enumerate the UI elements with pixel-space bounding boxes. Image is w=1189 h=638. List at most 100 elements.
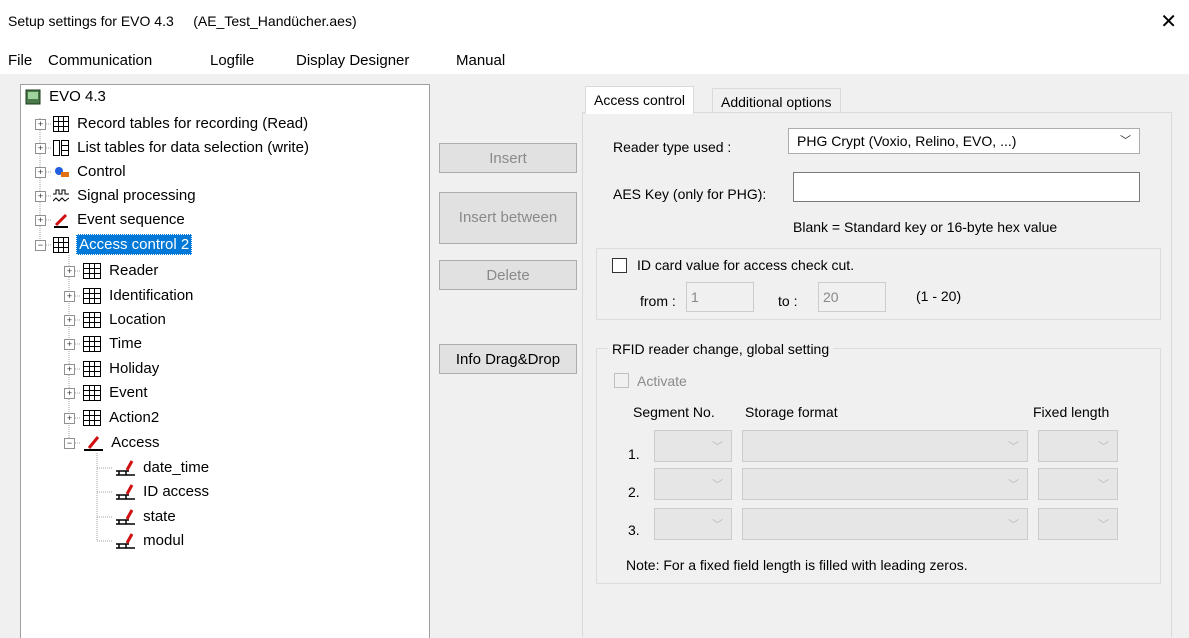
tree-item-event-sequence[interactable]: Event sequence xyxy=(53,209,185,231)
expand-icon[interactable]: + xyxy=(35,215,46,226)
expand-icon[interactable]: + xyxy=(35,119,46,130)
table-icon xyxy=(83,312,101,329)
tree-item-id-access[interactable]: ID access xyxy=(115,481,209,503)
to-input[interactable]: 20 xyxy=(818,282,886,312)
chevron-down-icon: ﹀ xyxy=(712,441,723,453)
tree-item-label: Event xyxy=(109,384,148,401)
table-icon xyxy=(83,410,101,427)
menu-communication[interactable]: Communication xyxy=(48,52,152,69)
expand-icon[interactable]: + xyxy=(64,266,75,277)
tree-item-date-time[interactable]: date_time xyxy=(115,457,209,479)
segment-select-2[interactable]: ﹀ xyxy=(654,468,732,500)
chevron-down-icon: ﹀ xyxy=(1098,519,1109,531)
insert-button[interactable]: Insert xyxy=(439,143,577,173)
row-label: 1. xyxy=(628,446,640,462)
tree-item-location[interactable]: Location xyxy=(83,309,166,331)
storage-format-select-2[interactable]: ﹀ xyxy=(742,468,1028,500)
range-label: (1 - 20) xyxy=(916,288,962,304)
field-icon xyxy=(115,533,135,549)
table-icon xyxy=(83,336,101,353)
expand-icon[interactable]: + xyxy=(64,388,75,399)
tree-item-action2[interactable]: Action2 xyxy=(83,407,159,429)
menu-logfile[interactable]: Logfile xyxy=(210,52,254,69)
tab-additional-options[interactable]: Additional options xyxy=(712,88,841,114)
to-label: to : xyxy=(778,293,798,309)
tree-item-signal-processing[interactable]: Signal processing xyxy=(52,185,196,207)
tree-root[interactable]: EVO 4.3 xyxy=(25,86,106,108)
tree-item-label: ID access xyxy=(143,483,210,500)
expand-icon[interactable]: + xyxy=(64,413,75,424)
tab-access-control[interactable]: Access control xyxy=(585,86,695,114)
tree-view[interactable]: EVO 4.3 + Record tables for recording (R… xyxy=(20,84,430,638)
table-icon xyxy=(83,385,101,402)
tree-item-label-selected: Access control 2 xyxy=(76,234,193,255)
close-icon[interactable]: ✕ xyxy=(1160,9,1177,34)
control-icon xyxy=(53,164,69,180)
chevron-down-icon: ﹀ xyxy=(1008,441,1019,453)
rfid-group-title: RFID reader change, global setting xyxy=(608,341,834,357)
expand-icon[interactable]: + xyxy=(35,167,46,178)
from-input[interactable]: 1 xyxy=(686,282,754,312)
expand-icon[interactable]: + xyxy=(64,315,75,326)
tree-item-state[interactable]: state xyxy=(115,506,176,528)
expand-icon[interactable]: + xyxy=(35,191,46,202)
tree-item-label: Record tables for recording (Read) xyxy=(77,115,309,132)
rfid-note: Note: For a fixed field length is filled… xyxy=(626,557,968,573)
tree-item-identification[interactable]: Identification xyxy=(83,285,193,307)
menu-manual[interactable]: Manual xyxy=(456,52,505,69)
fixed-length-select-2[interactable]: ﹀ xyxy=(1038,468,1118,500)
field-icon xyxy=(115,484,135,500)
tree-item-label: Time xyxy=(109,335,142,352)
tree-item-list-tables[interactable]: List tables for data selection (write) xyxy=(53,137,309,159)
tree-item-modul[interactable]: modul xyxy=(115,530,184,552)
delete-button[interactable]: Delete xyxy=(439,260,577,290)
fixed-length-header: Fixed length xyxy=(1033,404,1110,420)
fixed-length-select-3[interactable]: ﹀ xyxy=(1038,508,1118,540)
window-title: Setup settings for EVO 4.3 (AE_Test_Hand… xyxy=(8,13,357,29)
collapse-icon[interactable]: − xyxy=(64,438,75,449)
chevron-down-icon: ﹀ xyxy=(1098,441,1109,453)
activate-checkbox[interactable] xyxy=(614,373,629,388)
tree-item-label: Access xyxy=(111,434,160,451)
segment-select-3[interactable]: ﹀ xyxy=(654,508,732,540)
tree-item-access[interactable]: Access xyxy=(83,432,160,454)
reader-type-select[interactable]: PHG Crypt (Voxio, Relino, EVO, ...) ﹀ xyxy=(788,128,1140,154)
tree-item-label: modul xyxy=(143,532,185,549)
row-label: 2. xyxy=(628,484,640,500)
tree-item-label: date_time xyxy=(143,459,210,476)
collapse-icon[interactable]: − xyxy=(35,240,46,251)
segment-select-1[interactable]: ﹀ xyxy=(654,430,732,462)
table-icon xyxy=(83,361,101,378)
tree-item-reader[interactable]: Reader xyxy=(83,260,158,282)
expand-icon[interactable]: + xyxy=(64,364,75,375)
id-card-checkbox[interactable] xyxy=(612,258,627,273)
menu-file[interactable]: File xyxy=(8,52,32,69)
tree-item-time[interactable]: Time xyxy=(83,333,142,355)
event-icon xyxy=(83,435,103,452)
menu-display-designer[interactable]: Display Designer xyxy=(296,52,409,69)
expand-icon[interactable]: + xyxy=(64,339,75,350)
tree-item-record-tables[interactable]: Record tables for recording (Read) xyxy=(53,113,308,135)
insert-between-button[interactable]: Insert between xyxy=(439,192,577,244)
field-icon xyxy=(115,509,135,525)
tree-root-label: EVO 4.3 xyxy=(49,88,106,105)
storage-format-select-1[interactable]: ﹀ xyxy=(742,430,1028,462)
expand-icon[interactable]: + xyxy=(35,143,46,154)
aes-key-input[interactable] xyxy=(793,172,1140,202)
tree-item-control[interactable]: Control xyxy=(53,161,126,183)
tree-item-event[interactable]: Event xyxy=(83,382,148,404)
field-icon xyxy=(115,460,135,476)
storage-format-select-3[interactable]: ﹀ xyxy=(742,508,1028,540)
tree-item-holiday[interactable]: Holiday xyxy=(83,358,159,380)
table-icon xyxy=(53,116,69,133)
reader-type-label: Reader type used : xyxy=(613,139,732,155)
reader-type-value: PHG Crypt (Voxio, Relino, EVO, ...) xyxy=(797,133,1017,149)
expand-icon[interactable]: + xyxy=(64,291,75,302)
fixed-length-select-1[interactable]: ﹀ xyxy=(1038,430,1118,462)
tree-item-access-control[interactable]: Access control 2 xyxy=(53,234,193,256)
title-bar: Setup settings for EVO 4.3 (AE_Test_Hand… xyxy=(0,0,1189,44)
table-icon xyxy=(83,263,101,280)
list-icon xyxy=(53,140,69,157)
chevron-down-icon: ﹀ xyxy=(1008,519,1019,531)
info-drag-drop-button[interactable]: Info Drag&Drop xyxy=(439,344,577,374)
